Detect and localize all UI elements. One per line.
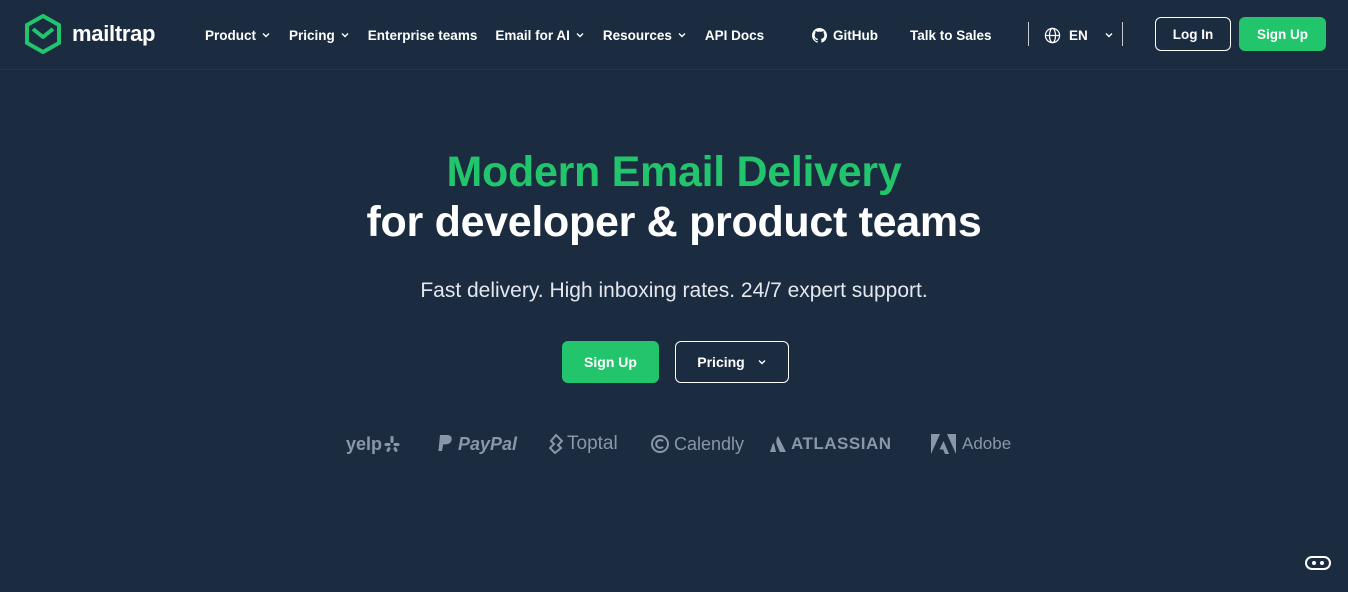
talk-to-sales-label: Talk to Sales bbox=[910, 27, 992, 43]
paypal-logo: PayPal bbox=[436, 428, 517, 460]
nav-resources[interactable]: Resources bbox=[603, 28, 687, 43]
yelp-burst-icon bbox=[384, 436, 400, 452]
toptal-logo: Toptal bbox=[549, 428, 618, 460]
adobe-label: Adobe bbox=[962, 434, 1012, 453]
toptal-icon bbox=[549, 434, 563, 454]
login-button[interactable]: Log In bbox=[1155, 17, 1231, 51]
hero-pricing-label: Pricing bbox=[697, 354, 745, 370]
yelp-logo: yelp bbox=[346, 428, 404, 460]
logo-text: mailtrap bbox=[72, 21, 156, 46]
calendly-label: Calendly bbox=[674, 433, 745, 454]
nav-api-docs[interactable]: API Docs bbox=[705, 28, 764, 43]
talk-to-sales-link[interactable]: Talk to Sales bbox=[910, 0, 992, 70]
customer-logos: yelp PayPal Toptal Calendly ATLASSIAN Ad… bbox=[0, 428, 1348, 460]
chevron-down-icon bbox=[576, 33, 584, 38]
paypal-label: PayPal bbox=[458, 433, 518, 454]
header-divider bbox=[1028, 22, 1029, 46]
hero-signup-label: Sign Up bbox=[584, 354, 637, 370]
hero-signup-button[interactable]: Sign Up bbox=[562, 341, 659, 383]
github-icon bbox=[812, 27, 827, 43]
atlassian-label: ATLASSIAN bbox=[791, 434, 892, 453]
header-divider bbox=[1122, 22, 1123, 46]
chevron-down-icon bbox=[758, 360, 766, 365]
adobe-icon bbox=[931, 434, 956, 454]
chat-widget-button[interactable] bbox=[1296, 544, 1340, 582]
chat-widget-icon bbox=[1305, 556, 1331, 570]
paypal-icon bbox=[438, 435, 452, 451]
chevron-down-icon bbox=[341, 33, 349, 38]
github-link[interactable]: GitHub bbox=[812, 0, 878, 70]
header-signup-label: Sign Up bbox=[1257, 26, 1308, 42]
nav-enterprise-teams[interactable]: Enterprise teams bbox=[368, 28, 478, 43]
hero-subtitle: Fast delivery. High inboxing rates. 24/7… bbox=[420, 279, 928, 302]
header-signup-button[interactable]: Sign Up bbox=[1239, 17, 1326, 51]
chevron-down-icon bbox=[262, 33, 270, 38]
hero-title-highlight: Modern Email Delivery bbox=[446, 148, 902, 196]
atlassian-icon bbox=[770, 436, 786, 452]
nav-api-docs-label: API Docs bbox=[704, 27, 765, 43]
globe-icon bbox=[1044, 27, 1061, 43]
mailtrap-logo-icon bbox=[25, 14, 61, 54]
chevron-down-icon bbox=[678, 33, 686, 38]
nav-resources-label: Resources bbox=[602, 27, 672, 43]
main-nav: Product Pricing Enterprise teams Email f… bbox=[205, 0, 782, 70]
calendly-logo: Calendly bbox=[650, 428, 744, 460]
nav-product-label: Product bbox=[205, 27, 257, 43]
nav-pricing[interactable]: Pricing bbox=[289, 28, 350, 43]
nav-enterprise-label: Enterprise teams bbox=[367, 27, 478, 43]
yelp-label: yelp bbox=[346, 433, 383, 454]
nav-product[interactable]: Product bbox=[205, 28, 271, 43]
github-label: GitHub bbox=[833, 27, 878, 43]
hero-title: for developer & product teams bbox=[366, 198, 982, 246]
login-label: Log In bbox=[1172, 26, 1214, 42]
adobe-logo: Adobe bbox=[930, 428, 1011, 460]
chevron-down-icon bbox=[1105, 33, 1113, 38]
site-header: mailtrap Product Pricing Enterprise team… bbox=[0, 0, 1348, 70]
toptal-label: Toptal bbox=[567, 433, 618, 454]
nav-pricing-label: Pricing bbox=[289, 27, 335, 43]
calendly-icon bbox=[651, 435, 669, 453]
mailtrap-logo[interactable]: mailtrap bbox=[24, 14, 155, 54]
language-label: EN bbox=[1069, 27, 1088, 43]
atlassian-logo: ATLASSIAN bbox=[769, 428, 892, 460]
nav-email-for-ai[interactable]: Email for AI bbox=[495, 28, 585, 43]
hero-pricing-dropdown[interactable]: Pricing bbox=[675, 341, 789, 383]
nav-email-ai-label: Email for AI bbox=[495, 27, 570, 43]
language-selector[interactable]: EN bbox=[1044, 0, 1114, 70]
